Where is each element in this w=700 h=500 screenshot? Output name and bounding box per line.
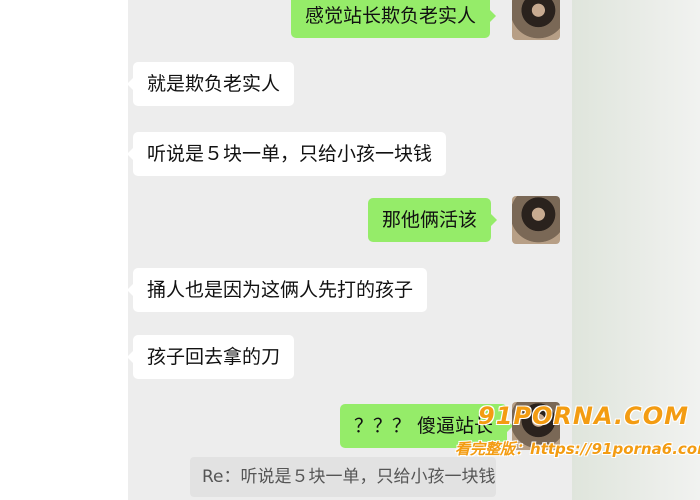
left-background bbox=[0, 0, 128, 500]
watermark-url: 看完整版：https://91porna6.com bbox=[455, 440, 700, 458]
user-avatar[interactable] bbox=[512, 196, 560, 244]
message-bubble-outgoing[interactable]: 感觉站长欺负老实人 bbox=[291, 0, 497, 38]
watermark-logo: 91PORNA.COM bbox=[478, 402, 689, 430]
message-bubble-incoming[interactable]: 孩子回去拿的刀 bbox=[126, 335, 295, 379]
message-bubble-incoming[interactable]: 听说是５块一单，只给小孩一块钱 bbox=[126, 132, 447, 176]
quoted-reply[interactable]: Re：听说是５块一单，只给小孩一块钱 bbox=[190, 457, 496, 497]
message-bubble-incoming[interactable]: 捅人也是因为这俩人先打的孩子 bbox=[126, 268, 428, 312]
user-avatar[interactable] bbox=[512, 0, 560, 40]
message-bubble-outgoing[interactable]: 那他俩活该 bbox=[368, 198, 498, 242]
message-bubble-incoming[interactable]: 就是欺负老实人 bbox=[126, 62, 295, 106]
